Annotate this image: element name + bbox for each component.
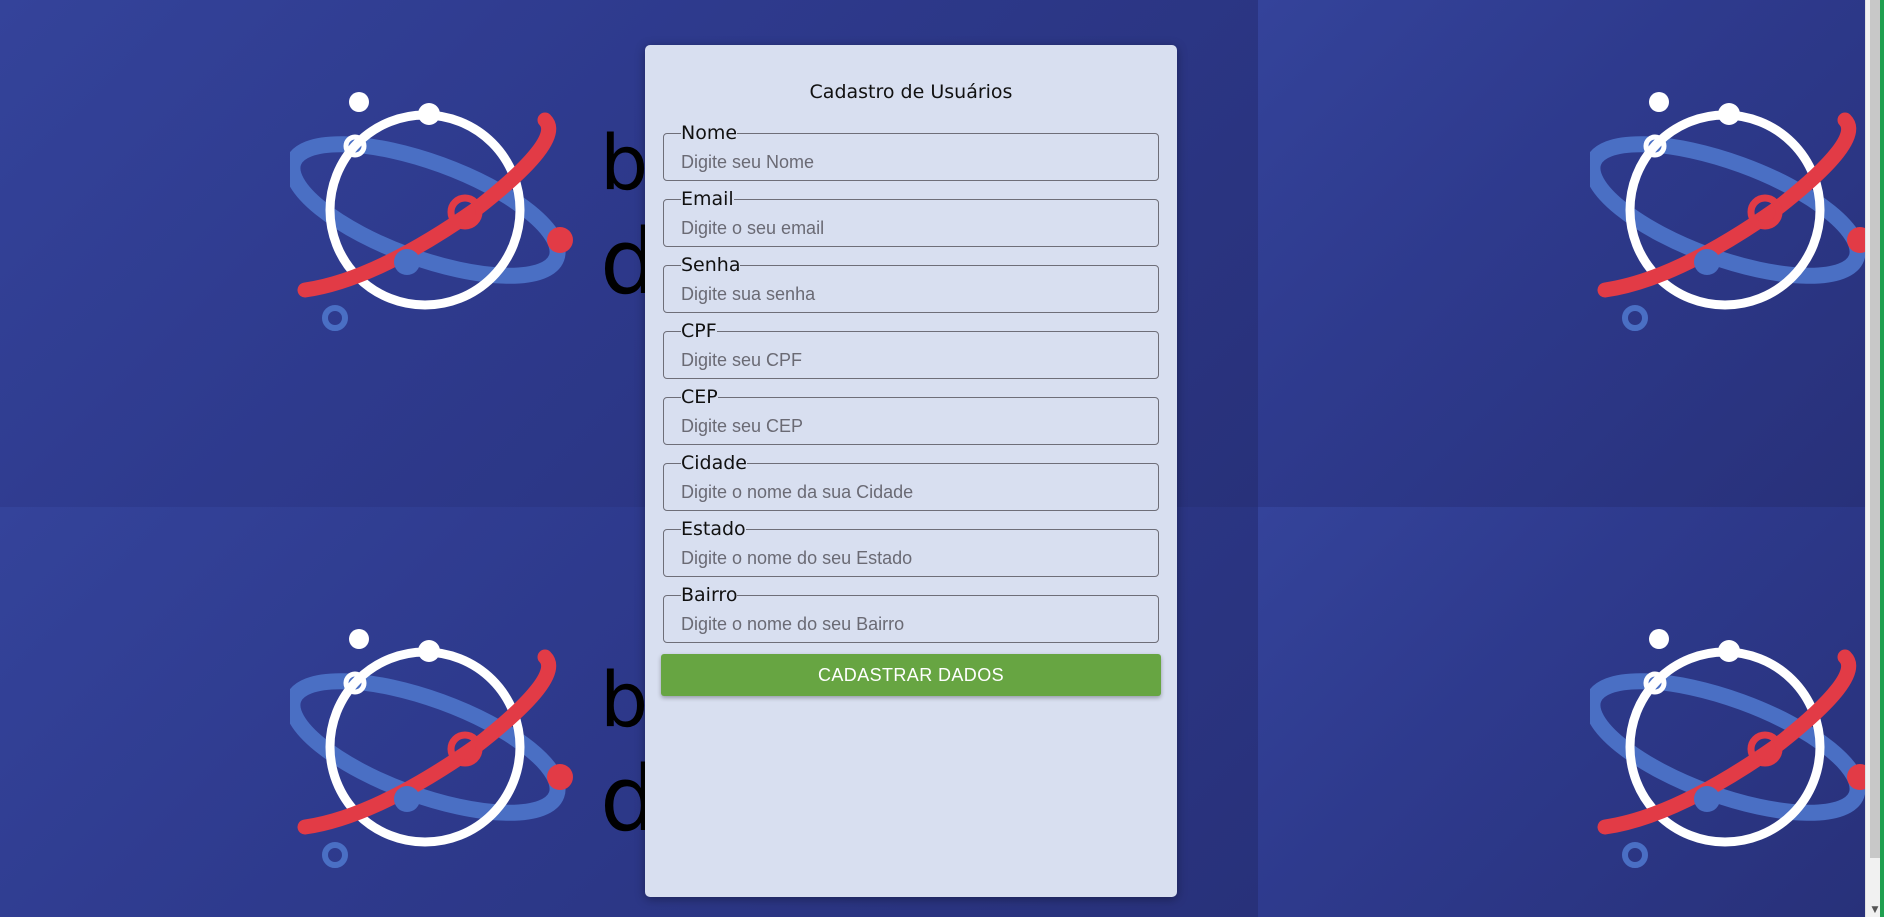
field-cidade: Cidade	[663, 452, 1159, 511]
field-email: Email	[663, 188, 1159, 247]
window-edge	[1880, 0, 1884, 917]
field-label: Cidade	[681, 452, 747, 474]
field-label: CEP	[681, 386, 718, 408]
cpf-input[interactable]	[681, 345, 1141, 375]
registration-form: Cadastro de Usuários Nome Email Senha CP…	[645, 45, 1177, 897]
field-label: Bairro	[681, 584, 738, 606]
field-label: Email	[681, 188, 734, 210]
field-bairro: Bairro	[663, 584, 1159, 643]
brand-logo-icon	[290, 627, 590, 877]
cep-input[interactable]	[681, 411, 1141, 441]
brand-logo-icon	[1590, 627, 1884, 877]
senha-input[interactable]	[681, 279, 1141, 309]
scroll-down-arrow-icon[interactable]: ▼	[1870, 905, 1880, 915]
email-input[interactable]	[681, 213, 1141, 243]
field-label: CPF	[681, 320, 717, 342]
bairro-input[interactable]	[681, 609, 1141, 639]
field-label: Senha	[681, 254, 741, 276]
brand-logo-icon	[290, 90, 590, 340]
field-estado: Estado	[663, 518, 1159, 577]
brand-logo-icon	[1590, 90, 1884, 340]
field-label: Estado	[681, 518, 746, 540]
estado-input[interactable]	[681, 543, 1141, 573]
field-cpf: CPF	[663, 320, 1159, 379]
cidade-input[interactable]	[681, 477, 1141, 507]
cadastrar-dados-button[interactable]: CADASTRAR DADOS	[661, 654, 1161, 696]
form-title: Cadastro de Usuários	[809, 81, 1013, 103]
field-label: Nome	[681, 122, 738, 144]
field-nome: Nome	[663, 122, 1159, 181]
field-senha: Senha	[663, 254, 1159, 313]
field-cep: CEP	[663, 386, 1159, 445]
nome-input[interactable]	[681, 147, 1141, 177]
